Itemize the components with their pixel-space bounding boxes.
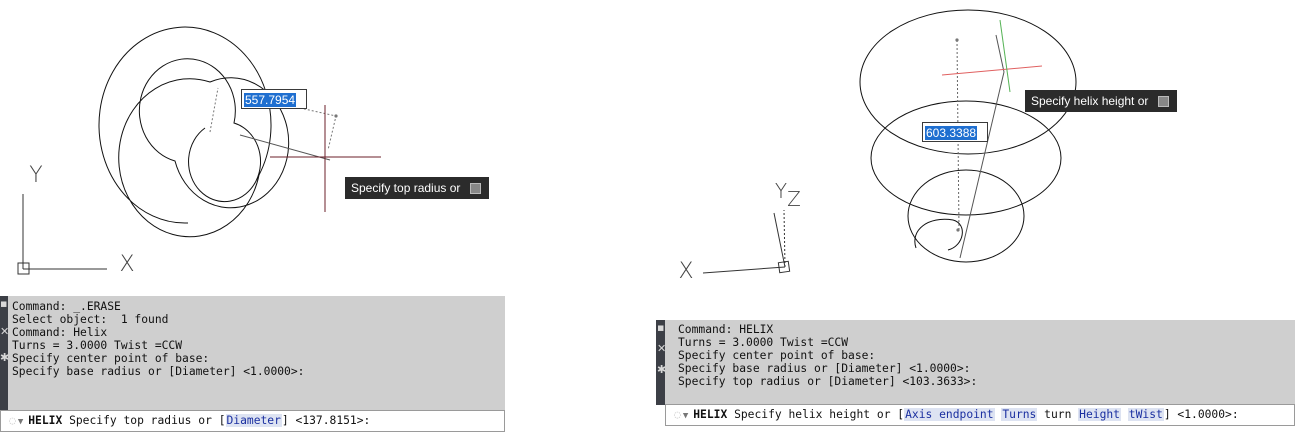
prompt-text: Specify top radius or [ (69, 414, 226, 427)
ucs-y-axis (773, 212, 786, 268)
command-history: Command: HELIX Turns = 3.0000 Twist =CCW… (665, 320, 1295, 405)
history-line: Select object: 1 found (12, 313, 169, 326)
prompt-text-end: ] <1.0000>: (1163, 408, 1239, 421)
prompt-tooltip: Specify helix height or (1025, 90, 1178, 112)
command-line-input[interactable]: ◌ ▼ HELIX Specify helix height or [Axis en… (665, 404, 1295, 426)
prompt-text-end: ] <137.8151>: (281, 414, 371, 427)
spiral (98, 26, 290, 238)
grip-point (955, 38, 959, 42)
tooltip-text: Specify helix height or (1031, 94, 1149, 108)
option-axis-endpoint[interactable]: Axis endpoint (904, 408, 995, 421)
option-twist[interactable]: tWist (1127, 408, 1164, 421)
command-name: HELIX (693, 408, 728, 421)
history-line: Specify center point of base: (678, 349, 876, 362)
dynamic-input-field[interactable]: 603.3388 (922, 122, 988, 142)
ucs-x-label: X (119, 252, 134, 277)
radius-guide (239, 134, 331, 161)
dynamic-input-field[interactable]: 557.7954 (241, 89, 307, 109)
history-line: Specify top radius or [Diameter] <103.36… (678, 375, 978, 388)
helix-height-guide (959, 71, 1005, 259)
ucs-z-axis-dashed (783, 209, 786, 268)
chevron-down-icon[interactable]: ▼ (683, 411, 688, 421)
option-turns[interactable]: Turns (1001, 408, 1038, 421)
history-line: Specify center point of base: (12, 352, 210, 365)
chevron-down-icon[interactable]: ▼ (18, 417, 23, 427)
helix-lower-turn (907, 169, 1025, 263)
right-drawing-pane[interactable]: Y Z X 603.3388 Specify helix height or ▪… (648, 0, 1295, 434)
dynamic-input-value: 557.7954 (244, 93, 297, 107)
ucs-y-label: Y (775, 179, 787, 203)
right-drawing-area[interactable]: Y Z X (648, 0, 1295, 310)
grip-icon[interactable]: ▪ (0, 298, 7, 309)
dynamic-input-value: 603.3388 (925, 126, 978, 140)
tooltip-options-icon[interactable] (470, 183, 482, 195)
left-drawing-area[interactable]: Y X (0, 0, 505, 290)
prompt-text: Specify helix height or [ (734, 408, 905, 421)
history-line: Command: Helix (12, 326, 108, 339)
tooltip-text: Specify top radius or (351, 181, 461, 195)
ucs-x-axis (702, 266, 786, 274)
command-history: Command: _.ERASE Select object: 1 found … (8, 296, 505, 411)
ucs-y-label: Y (29, 163, 42, 188)
prompt-tooltip: Specify top radius or (345, 177, 490, 199)
ucs-red-axis (941, 65, 1043, 76)
history-line: Command: _.ERASE (12, 300, 121, 313)
tooltip-options-icon[interactable] (1158, 96, 1170, 108)
prompt-separator (1121, 408, 1128, 421)
grip-point (334, 114, 338, 118)
history-line: Specify base radius or [Diameter] <1.000… (12, 365, 305, 378)
command-icon: ◌ (674, 408, 681, 421)
ucs-x-label: X (678, 259, 693, 284)
history-line: Turns = 3.0000 Twist =CCW (678, 336, 849, 349)
option-diameter[interactable]: Diameter (225, 414, 282, 427)
helix-middle-turn (870, 100, 1062, 216)
command-line-input[interactable]: ◌ ▼ HELIX Specify top radius or [Diameter]… (0, 410, 505, 432)
prompt-separator: turn (1037, 408, 1079, 421)
grip-icon[interactable]: ▪ (657, 322, 664, 333)
option-height[interactable]: Height (1078, 408, 1121, 421)
history-line: Turns = 3.0000 Twist =CCW (12, 339, 183, 352)
command-name: HELIX (28, 414, 63, 427)
command-icon: ◌ (9, 414, 16, 427)
history-line: Specify base radius or [Diameter] <1.000… (678, 362, 971, 375)
left-drawing-pane[interactable]: Y X 557.7954 Specify top radius or ▪ ✕ ✱… (0, 0, 505, 434)
grip-point (956, 228, 960, 232)
history-line: Command: HELIX (678, 323, 774, 336)
ucs-z-label: Z (787, 187, 801, 211)
